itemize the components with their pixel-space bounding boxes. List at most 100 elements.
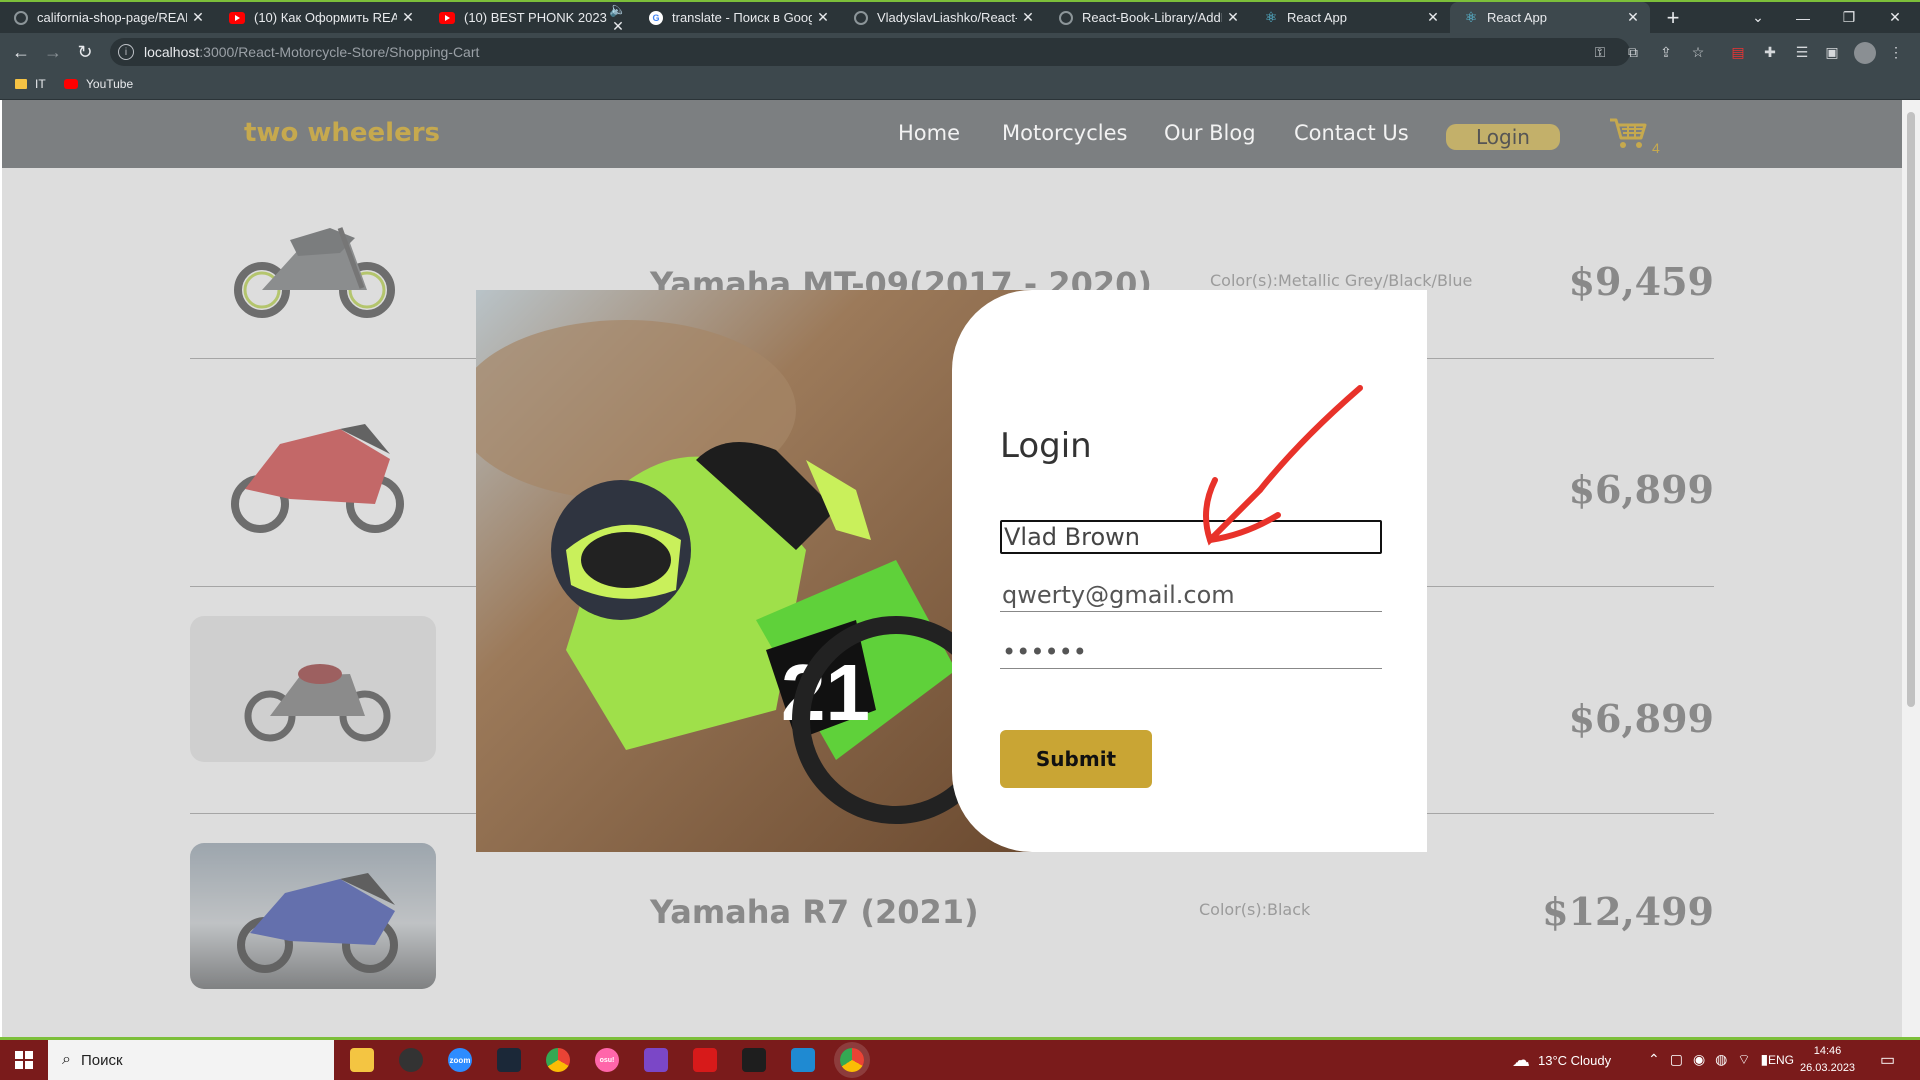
tab-close-icon[interactable]: ✕ bbox=[1622, 9, 1644, 26]
visual-studio-icon[interactable] bbox=[644, 1048, 668, 1072]
nav-home[interactable]: Home bbox=[898, 121, 960, 145]
tab-close-icon[interactable]: ✕ bbox=[1017, 9, 1039, 26]
site-info-icon[interactable]: i bbox=[118, 44, 134, 60]
password-input[interactable] bbox=[1000, 635, 1382, 669]
translate-icon[interactable]: ⧉ bbox=[1623, 42, 1643, 62]
taskbar-clock[interactable]: 14:46 26.03.2023 bbox=[1800, 1043, 1855, 1077]
vscode-icon[interactable] bbox=[791, 1048, 815, 1072]
nav-our-blog[interactable]: Our Blog bbox=[1164, 121, 1256, 145]
browser-tab[interactable]: VladyslavLiashko/React-M ✕ bbox=[840, 2, 1045, 33]
taskbar-search-input[interactable]: ⌕ Поиск bbox=[48, 1040, 334, 1080]
share-icon[interactable]: ⇪ bbox=[1656, 42, 1676, 62]
nav-contact-us[interactable]: Contact Us bbox=[1294, 121, 1409, 145]
bookmarks-bar: IT YouTube bbox=[0, 71, 1920, 100]
bookmark-label: IT bbox=[35, 77, 46, 91]
email-input[interactable] bbox=[1000, 578, 1382, 612]
url-bar[interactable]: i localhost:3000/React-Motorcycle-Store/… bbox=[110, 38, 1630, 66]
tab-close-icon[interactable]: ✕ bbox=[1222, 9, 1244, 26]
browser-tab[interactable]: ⚛ React App ✕ bbox=[1250, 2, 1450, 33]
weather-text: 13°C Cloudy bbox=[1538, 1052, 1612, 1068]
browser-tab-active[interactable]: ⚛ React App ✕ bbox=[1450, 2, 1650, 33]
cart-count-badge: 4 bbox=[1652, 140, 1660, 156]
github-icon bbox=[1059, 10, 1073, 25]
close-window-button[interactable]: ✕ bbox=[1872, 2, 1918, 33]
folder-icon bbox=[15, 79, 27, 89]
reading-list-icon[interactable]: ☰ bbox=[1792, 42, 1812, 62]
bookmark-label: YouTube bbox=[86, 77, 134, 91]
system-tray-icons[interactable]: ⌃▢◉◍⌔▮ bbox=[1648, 1040, 1778, 1080]
url-path: :3000/React-Motorcycle-Store/Shopping-Ca… bbox=[199, 44, 480, 60]
antivirus-icon[interactable] bbox=[693, 1048, 717, 1072]
steam-icon[interactable] bbox=[497, 1048, 521, 1072]
extension-icon[interactable]: ▤ bbox=[1728, 42, 1748, 62]
language-indicator[interactable]: ENG bbox=[1768, 1040, 1794, 1080]
tab-title: React-Book-Library/AddBook bbox=[1082, 10, 1222, 25]
shopping-cart-icon[interactable] bbox=[1608, 116, 1648, 150]
new-tab-button[interactable]: + bbox=[1650, 2, 1696, 33]
youtube-icon bbox=[439, 11, 455, 24]
tab-close-icon[interactable]: ✕ bbox=[812, 9, 834, 26]
react-icon: ⚛ bbox=[1264, 9, 1278, 25]
figma-icon[interactable] bbox=[742, 1048, 766, 1072]
youtube-icon bbox=[229, 11, 245, 24]
minimize-button[interactable]: — bbox=[1780, 2, 1826, 33]
url-host: localhost bbox=[144, 44, 200, 60]
tab-close-icon[interactable]: 🔈✕ bbox=[607, 1, 629, 35]
browser-tab[interactable]: california-shop-page/README ✕ bbox=[0, 2, 215, 33]
site-logo[interactable]: two wheelers bbox=[244, 118, 440, 148]
browser-tab[interactable]: (10) Как Оформить README ✕ bbox=[215, 2, 425, 33]
nav-login-button[interactable]: Login bbox=[1446, 124, 1560, 150]
login-modal: 21 Login Submit bbox=[476, 290, 1427, 852]
file-explorer-icon[interactable] bbox=[350, 1048, 374, 1072]
page-scrollbar[interactable] bbox=[1902, 100, 1920, 1037]
scrollbar-thumb[interactable] bbox=[1907, 112, 1915, 707]
puzzle-extensions-icon[interactable]: ✚ bbox=[1760, 42, 1780, 62]
github-icon bbox=[14, 10, 28, 25]
speedometer-app-icon[interactable] bbox=[399, 1048, 423, 1072]
submit-button[interactable]: Submit bbox=[1000, 730, 1152, 788]
forward-arrow-icon[interactable]: → bbox=[40, 39, 66, 65]
windows-taskbar: ⌕ Поиск zoom osu! ☁ 13°C Cloudy ⌃▢◉◍⌔▮ E… bbox=[0, 1040, 1920, 1080]
notifications-icon[interactable]: ▭ bbox=[1880, 1040, 1895, 1080]
reload-icon[interactable]: ↻ bbox=[72, 39, 98, 65]
address-toolbar: ← → ↻ i localhost:3000/React-Motorcycle-… bbox=[0, 33, 1920, 71]
tab-title: React App bbox=[1287, 10, 1347, 25]
browser-tab[interactable]: React-Book-Library/AddBook ✕ bbox=[1045, 2, 1250, 33]
cloud-icon: ☁ bbox=[1512, 1049, 1530, 1070]
chrome-icon[interactable] bbox=[546, 1048, 570, 1072]
side-panel-icon[interactable]: ▣ bbox=[1822, 42, 1842, 62]
browser-tab-bar: california-shop-page/README ✕ (10) Как О… bbox=[0, 0, 1920, 35]
search-icon: ⌕ bbox=[62, 1051, 71, 1068]
bookmark-star-icon[interactable]: ☆ bbox=[1688, 42, 1708, 62]
tab-close-icon[interactable]: ✕ bbox=[1422, 9, 1444, 26]
site-header: two wheelers Home Motorcycles Our Blog C… bbox=[2, 100, 1902, 168]
osu-icon[interactable]: osu! bbox=[595, 1048, 619, 1072]
browser-menu-icon[interactable]: ⋮ bbox=[1886, 42, 1906, 62]
tab-search-icon[interactable]: ⌄ bbox=[1735, 2, 1781, 33]
tab-title: translate - Поиск в Google bbox=[672, 10, 812, 25]
key-icon[interactable]: ⚿ bbox=[1590, 42, 1610, 62]
annotation-arrow-icon bbox=[1203, 385, 1363, 546]
bookmark-it-folder[interactable]: IT bbox=[15, 77, 46, 91]
weather-widget[interactable]: ☁ 13°C Cloudy bbox=[1512, 1040, 1611, 1080]
back-arrow-icon[interactable]: ← bbox=[8, 39, 34, 65]
nav-motorcycles[interactable]: Motorcycles bbox=[1002, 121, 1127, 145]
browser-tab[interactable]: G translate - Поиск в Google ✕ bbox=[635, 2, 840, 33]
bookmark-youtube[interactable]: YouTube bbox=[64, 77, 133, 91]
tab-close-icon[interactable]: ✕ bbox=[397, 9, 419, 26]
login-form-panel: Login Submit bbox=[952, 290, 1427, 852]
profile-avatar[interactable] bbox=[1854, 42, 1876, 64]
search-placeholder: Поиск bbox=[80, 1051, 123, 1069]
browser-tab[interactable]: (10) BEST PHONK 2023 🔈✕ bbox=[425, 1, 635, 35]
tab-title: (10) BEST PHONK 2023 bbox=[464, 10, 607, 25]
tab-title: VladyslavLiashko/React-M bbox=[877, 10, 1017, 25]
clock-date: 26.03.2023 bbox=[1800, 1062, 1856, 1074]
tab-close-icon[interactable]: ✕ bbox=[187, 9, 209, 26]
zoom-icon[interactable]: zoom bbox=[448, 1048, 472, 1072]
restore-button[interactable]: ❐ bbox=[1826, 2, 1872, 33]
chrome-active-icon[interactable] bbox=[840, 1048, 864, 1072]
youtube-icon bbox=[64, 79, 78, 89]
windows-start-icon[interactable] bbox=[0, 1040, 48, 1080]
tab-title: (10) Как Оформить README bbox=[254, 10, 397, 25]
github-icon bbox=[854, 10, 868, 25]
